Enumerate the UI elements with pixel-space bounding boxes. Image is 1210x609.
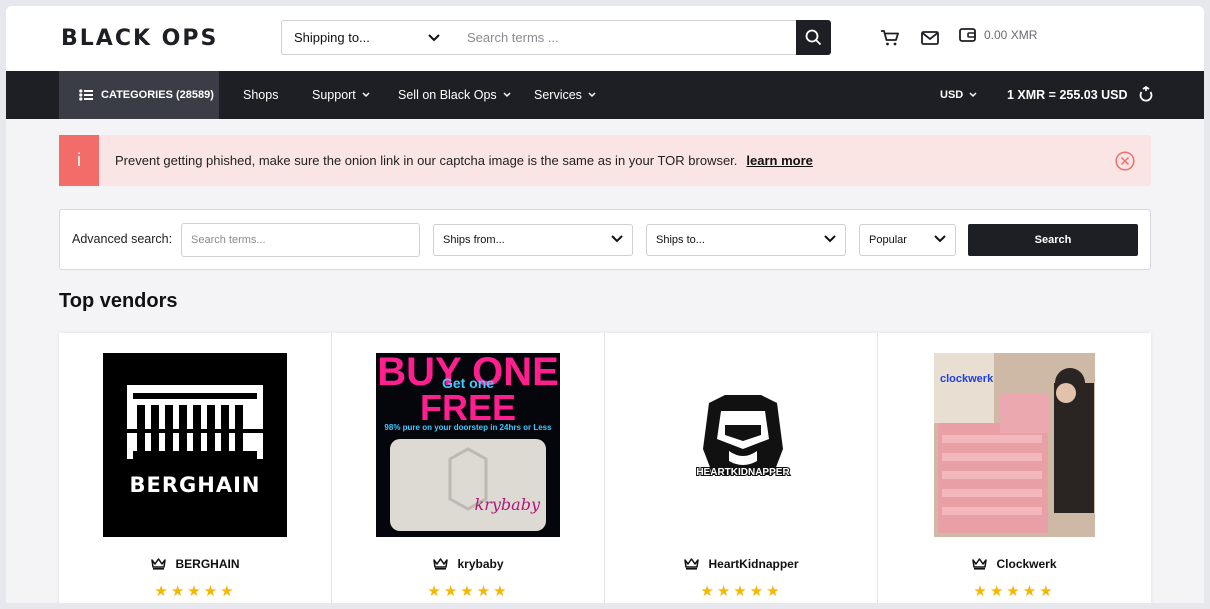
promo-free: FREE — [419, 387, 516, 428]
vendor-image[interactable]: BERGHAIN — [103, 353, 287, 537]
nav-label: Support — [312, 88, 356, 102]
wallet-icon — [959, 28, 976, 42]
ships-to-label: Ships to... — [656, 234, 705, 246]
embossed-logo — [448, 447, 488, 511]
top-vendors-title: Top vendors — [59, 290, 178, 312]
shipping-to-select[interactable]: Shipping to... — [281, 20, 453, 55]
promo-caption: 98% pure on your doorstep in 24hrs or Le… — [384, 423, 552, 432]
vendor-name-row[interactable]: BERGHAIN — [59, 557, 332, 571]
chevron-down-icon — [934, 234, 946, 246]
currency-label: USD — [940, 89, 964, 101]
cart-button[interactable] — [880, 29, 900, 47]
learn-more-link[interactable]: learn more — [746, 153, 812, 168]
currency-select[interactable]: USD — [940, 71, 977, 119]
top-vendors-grid: BERGHAIN BERGHAIN ★★★★★ BUY ONE Get one … — [59, 333, 1151, 603]
nav-sell[interactable]: Sell on Black Ops — [398, 71, 511, 119]
vendor-rating-stars: ★★★★★ — [973, 583, 1056, 600]
vendor-image-text: BERGHAIN — [129, 473, 261, 497]
chevron-down-icon — [588, 90, 596, 100]
wallet-button[interactable]: 0.00 XMR — [959, 28, 1037, 42]
info-icon: i — [59, 135, 99, 186]
chevron-down-icon — [503, 90, 511, 100]
vendor-rating-stars: ★★★★★ — [427, 583, 510, 600]
advanced-search-input[interactable] — [181, 223, 420, 257]
categories-list-icon — [79, 89, 93, 101]
nav-support[interactable]: Support — [312, 71, 370, 119]
vendor-name: HeartKidnapper — [708, 557, 799, 571]
ships-from-select[interactable]: Ships from... — [433, 224, 633, 256]
vendor-image-text: HEARTKIDNAPPER — [695, 466, 790, 479]
chevron-down-icon — [611, 234, 623, 246]
vendor-rating-stars: ★★★★★ — [700, 583, 783, 600]
wallet-balance: 0.00 XMR — [984, 28, 1038, 42]
vendor-card[interactable]: BUY ONE Get one FREE 98% pure on your do… — [332, 333, 605, 603]
vendor-image[interactable]: HEARTKIDNAPPER — [687, 389, 799, 501]
ships-to-select[interactable]: Ships to... — [646, 224, 846, 256]
vendor-image[interactable]: clockwerk — [934, 353, 1095, 537]
vendor-name-row[interactable]: HeartKidnapper — [605, 557, 878, 571]
mail-icon — [921, 31, 939, 45]
vendor-name-row[interactable]: krybaby — [332, 557, 605, 571]
alert-close-button[interactable] — [1115, 151, 1135, 171]
nav-shops[interactable]: Shops — [243, 71, 278, 119]
phishing-alert: i Prevent getting phished, make sure the… — [59, 135, 1151, 186]
vendor-card[interactable]: HEARTKIDNAPPER HeartKidnapper ★★★★★ — [605, 333, 878, 603]
vendor-image[interactable]: BUY ONE Get one FREE 98% pure on your do… — [376, 353, 560, 537]
search-icon — [805, 29, 822, 46]
cart-icon — [881, 30, 899, 46]
nav-label: Sell on Black Ops — [398, 88, 497, 102]
alert-message: Prevent getting phished, make sure the o… — [115, 153, 738, 168]
messages-button[interactable] — [920, 29, 940, 47]
header: BLACK OPS Shipping to... Search terms ..… — [6, 6, 1204, 71]
main-navbar: CATEGORIES (28589) Shops Support Sell on… — [6, 71, 1204, 119]
exchange-rate: 1 XMR = 255.03 USD — [1007, 71, 1154, 119]
nav-label: Shops — [243, 88, 279, 102]
ships-from-label: Ships from... — [443, 234, 505, 246]
product-photo: krybaby — [390, 439, 546, 531]
advanced-search-panel: Advanced search: Ships from... Ships to.… — [59, 209, 1151, 270]
close-icon — [1115, 151, 1135, 171]
vendor-image-text: clockwerk — [940, 373, 994, 385]
search-input[interactable] — [452, 20, 797, 55]
masked-figure-logo — [703, 395, 783, 475]
sort-label: Popular — [869, 234, 907, 246]
crown-icon — [433, 558, 449, 570]
berghain-building-logo — [127, 385, 263, 499]
shipping-to-label: Shipping to... — [294, 30, 370, 45]
chevron-down-icon — [428, 30, 440, 45]
vendor-name: krybaby — [457, 557, 504, 571]
page: BLACK OPS Shipping to... Search terms ..… — [6, 6, 1204, 603]
vendor-card[interactable]: clockwerk Clockwerk ★★★★★ — [878, 333, 1151, 603]
site-logo[interactable]: BLACK OPS — [61, 26, 218, 51]
nav-label: Services — [534, 88, 582, 102]
vendor-name: BERGHAIN — [175, 557, 240, 571]
crown-icon — [151, 558, 167, 570]
vendor-name: Clockwerk — [996, 557, 1057, 571]
search-button[interactable] — [796, 20, 831, 55]
vendor-name-row[interactable]: Clockwerk — [878, 557, 1151, 571]
vendor-card[interactable]: BERGHAIN BERGHAIN ★★★★★ — [59, 333, 332, 603]
nav-services[interactable]: Services — [534, 71, 596, 119]
advanced-search-button[interactable]: Search — [968, 224, 1138, 256]
chevron-down-icon — [362, 90, 370, 100]
crown-icon — [972, 558, 988, 570]
exchange-rate-text: 1 XMR = 255.03 USD — [1007, 88, 1128, 102]
chevron-down-icon — [824, 234, 836, 246]
crown-icon — [684, 558, 700, 570]
promo-signature: krybaby — [474, 495, 540, 514]
sort-select[interactable]: Popular — [859, 224, 956, 256]
categories-menu-button[interactable]: CATEGORIES (28589) — [59, 71, 219, 119]
advanced-search-label: Advanced search: — [72, 232, 173, 246]
refresh-rate-icon[interactable] — [1138, 86, 1154, 104]
chevron-down-icon — [969, 90, 977, 100]
categories-label: CATEGORIES (28589) — [101, 89, 214, 101]
vendor-rating-stars: ★★★★★ — [154, 583, 237, 600]
